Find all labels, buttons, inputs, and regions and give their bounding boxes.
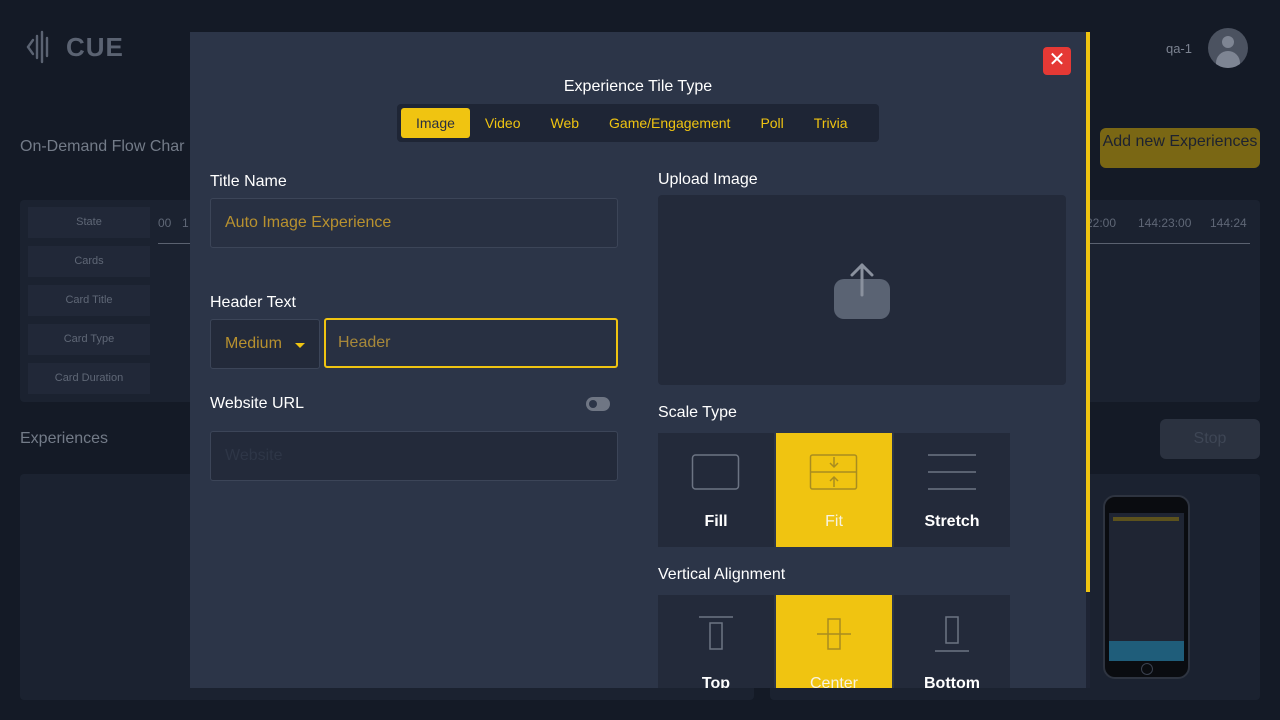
vertical-alignment-options: Top Center Bottom bbox=[658, 595, 1012, 688]
stop-button[interactable]: Stop bbox=[1160, 419, 1260, 459]
align-option-bottom-label: Bottom bbox=[924, 675, 980, 688]
website-url-input[interactable]: Website bbox=[210, 431, 618, 481]
title-name-input[interactable]: Auto Image Experience bbox=[210, 198, 618, 248]
scale-option-fit-label: Fit bbox=[825, 513, 843, 530]
scale-option-fill[interactable]: Fill bbox=[658, 433, 774, 547]
align-option-top[interactable]: Top bbox=[658, 595, 774, 688]
experiences-title: Experiences bbox=[20, 430, 109, 447]
tab-trivia[interactable]: Trivia bbox=[799, 108, 863, 138]
timeline-tick: 144:24 bbox=[1210, 216, 1247, 230]
experience-tile-type-modal: Experience Tile Type ✕ Image Video Web G… bbox=[190, 32, 1090, 688]
phone-preview bbox=[1103, 495, 1190, 679]
scale-type-label: Scale Type bbox=[658, 404, 737, 421]
flow-label-cards: Cards bbox=[28, 246, 150, 277]
timeline-tick: 22:00 bbox=[1086, 216, 1117, 230]
timeline-tick: 1 bbox=[182, 216, 189, 230]
modal-title: Experience Tile Type bbox=[563, 78, 713, 95]
tab-image[interactable]: Image bbox=[401, 108, 470, 138]
tab-game-engagement[interactable]: Game/Engagement bbox=[594, 108, 745, 138]
logo-text: CUE bbox=[66, 31, 124, 62]
stretch-icon bbox=[928, 454, 976, 490]
tab-video[interactable]: Video bbox=[470, 108, 536, 138]
close-button[interactable]: ✕ bbox=[1043, 47, 1071, 75]
scale-option-fit[interactable]: Fit bbox=[776, 433, 892, 547]
title-name-label: Title Name bbox=[210, 173, 287, 190]
scale-option-stretch-label: Stretch bbox=[924, 513, 980, 530]
header-text-input[interactable]: Header bbox=[324, 318, 618, 368]
modal-scrollbar[interactable] bbox=[1086, 32, 1090, 688]
vertical-alignment-label: Vertical Alignment bbox=[658, 566, 786, 583]
scale-option-fill-label: Fill bbox=[704, 513, 728, 530]
scale-type-options: Fill Fit Stretch bbox=[658, 433, 1012, 547]
align-option-center[interactable]: Center bbox=[776, 595, 892, 688]
avatar-icon[interactable] bbox=[1208, 28, 1248, 68]
logo-waveform-icon bbox=[26, 30, 49, 64]
scale-option-stretch[interactable]: Stretch bbox=[894, 433, 1010, 547]
align-top-icon bbox=[699, 616, 733, 650]
timeline-tick: 00 bbox=[158, 216, 172, 230]
logo: CUE bbox=[24, 30, 124, 64]
flow-label-state: State bbox=[28, 207, 150, 238]
user-name: qa-1 bbox=[1165, 40, 1192, 56]
align-option-bottom[interactable]: Bottom bbox=[894, 595, 1010, 688]
header-size-value: Medium bbox=[225, 335, 282, 352]
flow-row-labels: State Cards Card Title Card Type Card Du… bbox=[28, 207, 150, 394]
modal-scroll-thumb[interactable] bbox=[1086, 32, 1090, 592]
tile-type-tabs: Image Video Web Game/Engagement Poll Tri… bbox=[397, 104, 879, 142]
upload-image-label: Upload Image bbox=[658, 171, 758, 188]
align-bottom-icon bbox=[935, 616, 969, 652]
fill-icon bbox=[691, 454, 740, 490]
upload-image-dropzone[interactable] bbox=[658, 195, 1066, 385]
phone-footer-bar bbox=[1109, 641, 1184, 661]
flow-label-card-title: Card Title bbox=[28, 285, 150, 316]
flow-label-card-type: Card Type bbox=[28, 324, 150, 355]
flow-chart-title: On-Demand Flow Char bbox=[20, 138, 185, 155]
header-size-select[interactable]: Medium bbox=[210, 319, 320, 369]
flow-label-card-duration: Card Duration bbox=[28, 363, 150, 394]
align-center-icon bbox=[817, 618, 851, 650]
phone-header-bar bbox=[1113, 517, 1179, 521]
fit-icon bbox=[809, 454, 858, 490]
add-new-experiences-button[interactable]: Add new Experiences bbox=[1100, 128, 1260, 168]
upload-icon bbox=[834, 263, 890, 319]
website-url-toggle[interactable] bbox=[586, 397, 610, 411]
tab-poll[interactable]: Poll bbox=[745, 108, 798, 138]
tab-web[interactable]: Web bbox=[535, 108, 594, 138]
toggle-knob bbox=[589, 400, 597, 408]
phone-home-button-icon bbox=[1141, 663, 1153, 675]
align-option-top-label: Top bbox=[701, 675, 731, 688]
chevron-down-icon bbox=[295, 343, 305, 348]
header-text-label: Header Text bbox=[210, 294, 296, 311]
phone-screen bbox=[1109, 513, 1184, 661]
website-url-label: Website URL bbox=[210, 395, 304, 412]
user-menu[interactable]: qa-1 bbox=[1166, 28, 1248, 68]
align-option-center-label: Center bbox=[809, 675, 859, 688]
timeline-tick: 144:23:00 bbox=[1138, 216, 1192, 230]
